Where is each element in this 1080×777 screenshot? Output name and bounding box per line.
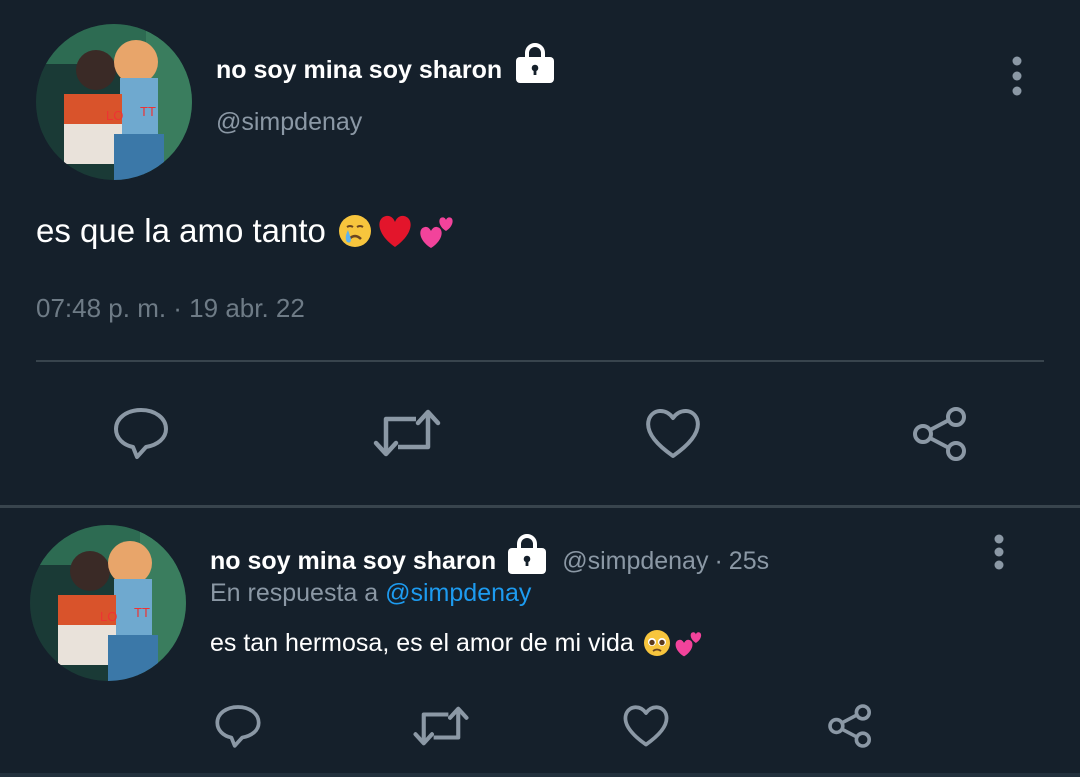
- user-handle[interactable]: @simpdenay: [562, 547, 708, 576]
- replying-to: En respuesta a @simpdenay: [210, 579, 531, 608]
- divider: [0, 773, 1080, 777]
- avatar[interactable]: LO TT: [36, 24, 192, 180]
- crying-face-emoji: [338, 215, 371, 247]
- avatar-photo: LO TT: [36, 24, 192, 180]
- relative-time[interactable]: 25s: [729, 547, 769, 576]
- divider: [36, 360, 1044, 362]
- lock-icon: [516, 43, 554, 83]
- display-name[interactable]: no soy mina soy sharon: [210, 547, 496, 576]
- tweet-thread-screen: LO TT no soy mina soy sharon @simpdenay …: [0, 0, 1080, 777]
- reply-icon[interactable]: [112, 404, 170, 462]
- pleading-face-emoji: [643, 630, 670, 656]
- two-hearts-emoji: [675, 632, 701, 657]
- two-hearts-emoji: [420, 217, 453, 248]
- lock-icon: [508, 534, 547, 574]
- reply-icon[interactable]: [214, 702, 262, 750]
- svg-text:LO: LO: [100, 609, 117, 624]
- retweet-icon[interactable]: [372, 405, 442, 461]
- emoji-group: [642, 628, 704, 658]
- svg-text:LO: LO: [106, 108, 123, 123]
- tweet-text-row: es que la amo tanto: [36, 212, 456, 250]
- avatar[interactable]: LO TT: [30, 525, 186, 681]
- user-handle[interactable]: @simpdenay: [216, 108, 362, 137]
- replying-to-mention[interactable]: @simpdenay: [385, 579, 531, 607]
- svg-text:TT: TT: [134, 605, 150, 620]
- separator-dot: ·: [714, 546, 723, 575]
- red-heart-emoji: [379, 215, 411, 247]
- like-icon[interactable]: [644, 406, 702, 460]
- retweet-icon[interactable]: [412, 703, 470, 749]
- svg-text:TT: TT: [140, 104, 156, 119]
- tweet-text: es tan hermosa, es el amor de mi vida: [210, 628, 634, 657]
- avatar-photo: LO TT: [30, 525, 186, 681]
- replying-to-label: En respuesta a: [210, 579, 379, 607]
- share-icon[interactable]: [826, 702, 874, 750]
- reply-header: no soy mina soy sharon @simpdenay · 25s: [210, 534, 769, 576]
- more-options-icon[interactable]: [1004, 52, 1030, 100]
- main-tweet: LO TT no soy mina soy sharon @simpdenay …: [0, 0, 1080, 505]
- display-name[interactable]: no soy mina soy sharon: [216, 56, 502, 85]
- divider: [0, 505, 1080, 508]
- tweet-timestamp[interactable]: 07:48 p. m. · 19 abr. 22: [36, 293, 305, 324]
- emoji-group: [336, 212, 456, 250]
- like-icon[interactable]: [622, 703, 670, 748]
- reply-text-row: es tan hermosa, es el amor de mi vida: [210, 628, 704, 658]
- more-options-icon[interactable]: [986, 532, 1012, 572]
- share-icon[interactable]: [910, 404, 970, 464]
- tweet-text: es que la amo tanto: [36, 212, 326, 249]
